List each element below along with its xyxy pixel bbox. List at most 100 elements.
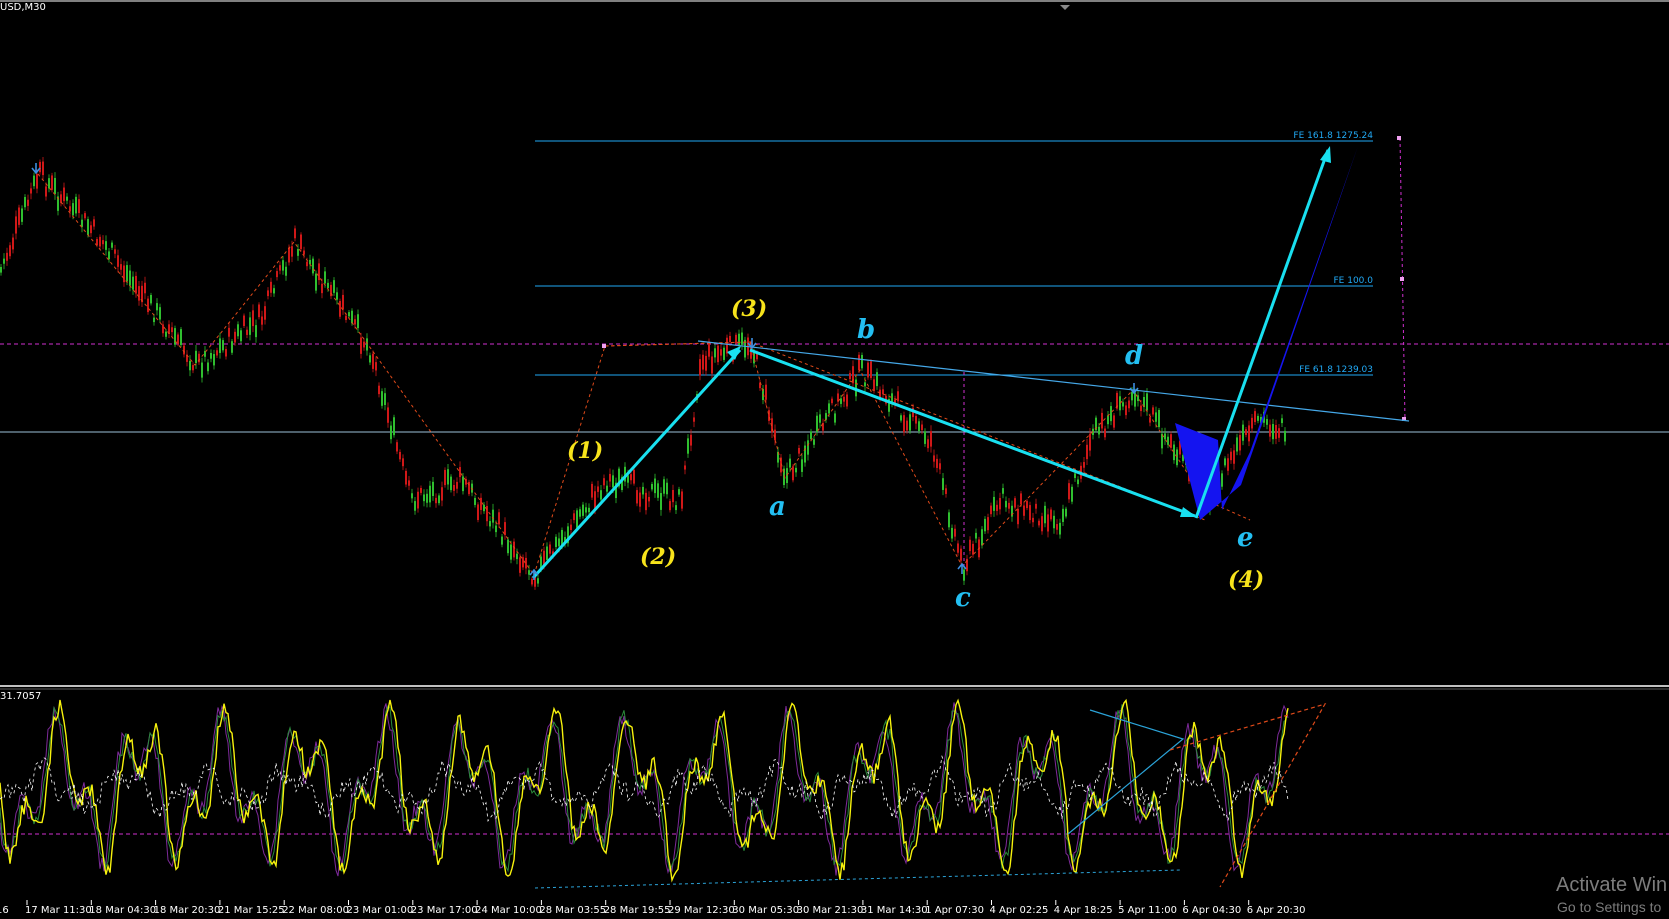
candle-body bbox=[786, 468, 788, 484]
candle-body bbox=[990, 505, 992, 515]
candle-body bbox=[867, 362, 869, 378]
candle-body bbox=[501, 536, 503, 545]
fibonacci-expansion[interactable] bbox=[535, 140, 1373, 376]
candle-body bbox=[342, 294, 344, 310]
candle-body bbox=[945, 488, 947, 494]
candle-body bbox=[384, 393, 386, 406]
candle-body bbox=[726, 337, 728, 354]
time-tick-label: 30 Mar 05:30 bbox=[732, 905, 800, 916]
trendline-upper[interactable] bbox=[697, 340, 1410, 422]
trendline-anchor[interactable] bbox=[602, 344, 606, 348]
fib-anchor-mid[interactable] bbox=[1400, 277, 1404, 281]
candle-body bbox=[54, 177, 56, 194]
candle-body bbox=[1170, 434, 1172, 448]
candle-body bbox=[1269, 424, 1271, 437]
time-tick-label: 29 Mar 12:30 bbox=[668, 905, 735, 916]
candle-body bbox=[66, 196, 68, 201]
candle-body bbox=[315, 273, 317, 291]
chart-shift-marker[interactable] bbox=[1060, 5, 1070, 10]
candle-body bbox=[321, 283, 323, 294]
candle-body bbox=[1035, 503, 1037, 509]
candle-body bbox=[282, 260, 284, 271]
candle-body bbox=[900, 415, 902, 421]
wave-arrow-3[interactable] bbox=[531, 348, 742, 580]
time-tick-label: 17 Mar 11:30 bbox=[25, 905, 92, 916]
wave-label-e: e bbox=[1237, 523, 1254, 553]
candle-body bbox=[858, 354, 860, 371]
candle-body bbox=[1065, 508, 1067, 517]
wave-arrow-5[interactable] bbox=[1194, 149, 1330, 519]
candle-body bbox=[882, 389, 884, 395]
candle-body bbox=[267, 290, 269, 297]
fib-anchor-top[interactable] bbox=[1397, 136, 1401, 140]
candle-body bbox=[27, 199, 29, 206]
wave-label-2: (2) bbox=[640, 544, 677, 570]
wave-label-c: c bbox=[955, 583, 971, 613]
candle-body bbox=[1266, 419, 1268, 425]
candle-body bbox=[135, 275, 137, 294]
candle-body bbox=[279, 265, 281, 271]
candle-body bbox=[81, 219, 83, 227]
candle-body bbox=[1089, 433, 1091, 451]
osc-trendline-bottom bbox=[534, 869, 1181, 889]
time-tick-label: 16 bbox=[0, 905, 9, 916]
candle-body bbox=[666, 482, 668, 495]
candle-body bbox=[129, 270, 131, 286]
time-tick-label: 23 Mar 01:00 bbox=[346, 905, 414, 916]
candle-body bbox=[765, 384, 767, 400]
candle-body bbox=[333, 280, 335, 293]
candle-body bbox=[870, 361, 872, 379]
candle-body bbox=[594, 491, 596, 509]
candle-body bbox=[207, 362, 209, 372]
candle-body bbox=[294, 228, 296, 239]
candle-body bbox=[420, 487, 422, 493]
candle-body bbox=[474, 497, 476, 505]
candle-body bbox=[792, 466, 794, 481]
oscillator-pane[interactable] bbox=[0, 698, 1289, 883]
harmonic-pattern[interactable] bbox=[1175, 146, 1358, 520]
candle-body bbox=[156, 303, 158, 311]
candle-body bbox=[177, 334, 179, 344]
candle-body bbox=[669, 501, 671, 511]
candle-body bbox=[219, 338, 221, 353]
candle-body bbox=[984, 518, 986, 532]
candle-body bbox=[405, 470, 407, 485]
candle-body bbox=[201, 362, 203, 378]
wave-label-a: a bbox=[769, 492, 786, 522]
candle-body bbox=[558, 538, 560, 547]
candle-body bbox=[648, 496, 650, 502]
candle-body bbox=[915, 415, 917, 424]
candle-body bbox=[84, 213, 86, 219]
candle-body bbox=[546, 546, 548, 560]
candle-body bbox=[843, 396, 845, 402]
fib-label-161: FE 161.8 1275.24 bbox=[1293, 131, 1373, 141]
candle-body bbox=[393, 417, 395, 436]
wave-arrows[interactable] bbox=[531, 149, 1330, 580]
candle-body bbox=[897, 391, 899, 402]
candle-body bbox=[1155, 412, 1157, 422]
candle-body bbox=[975, 532, 977, 539]
time-tick-label: 18 Mar 20:30 bbox=[153, 905, 221, 916]
candle-body bbox=[1281, 418, 1283, 424]
candle-body bbox=[651, 483, 653, 490]
candle-body bbox=[582, 504, 584, 516]
candle-body bbox=[789, 458, 791, 468]
candle-body bbox=[153, 317, 155, 323]
candle-body bbox=[627, 475, 629, 483]
candle-body bbox=[573, 513, 575, 521]
candle-body bbox=[951, 527, 953, 539]
candle-body bbox=[1086, 444, 1088, 460]
time-tick-label: 28 Mar 19:55 bbox=[603, 905, 671, 916]
candle-body bbox=[993, 496, 995, 511]
candle-body bbox=[195, 350, 197, 364]
time-tick-label: 23 Mar 17:00 bbox=[410, 905, 478, 916]
candle-body bbox=[402, 458, 404, 467]
candle-body bbox=[36, 174, 38, 189]
candle-body bbox=[180, 329, 182, 346]
candle-body bbox=[804, 445, 806, 463]
time-tick-label: 31 Mar 14:30 bbox=[860, 905, 928, 916]
chart-canvas[interactable] bbox=[0, 0, 1669, 919]
candle-body bbox=[942, 478, 944, 490]
candle-body bbox=[210, 352, 212, 359]
candle-body bbox=[372, 353, 374, 369]
